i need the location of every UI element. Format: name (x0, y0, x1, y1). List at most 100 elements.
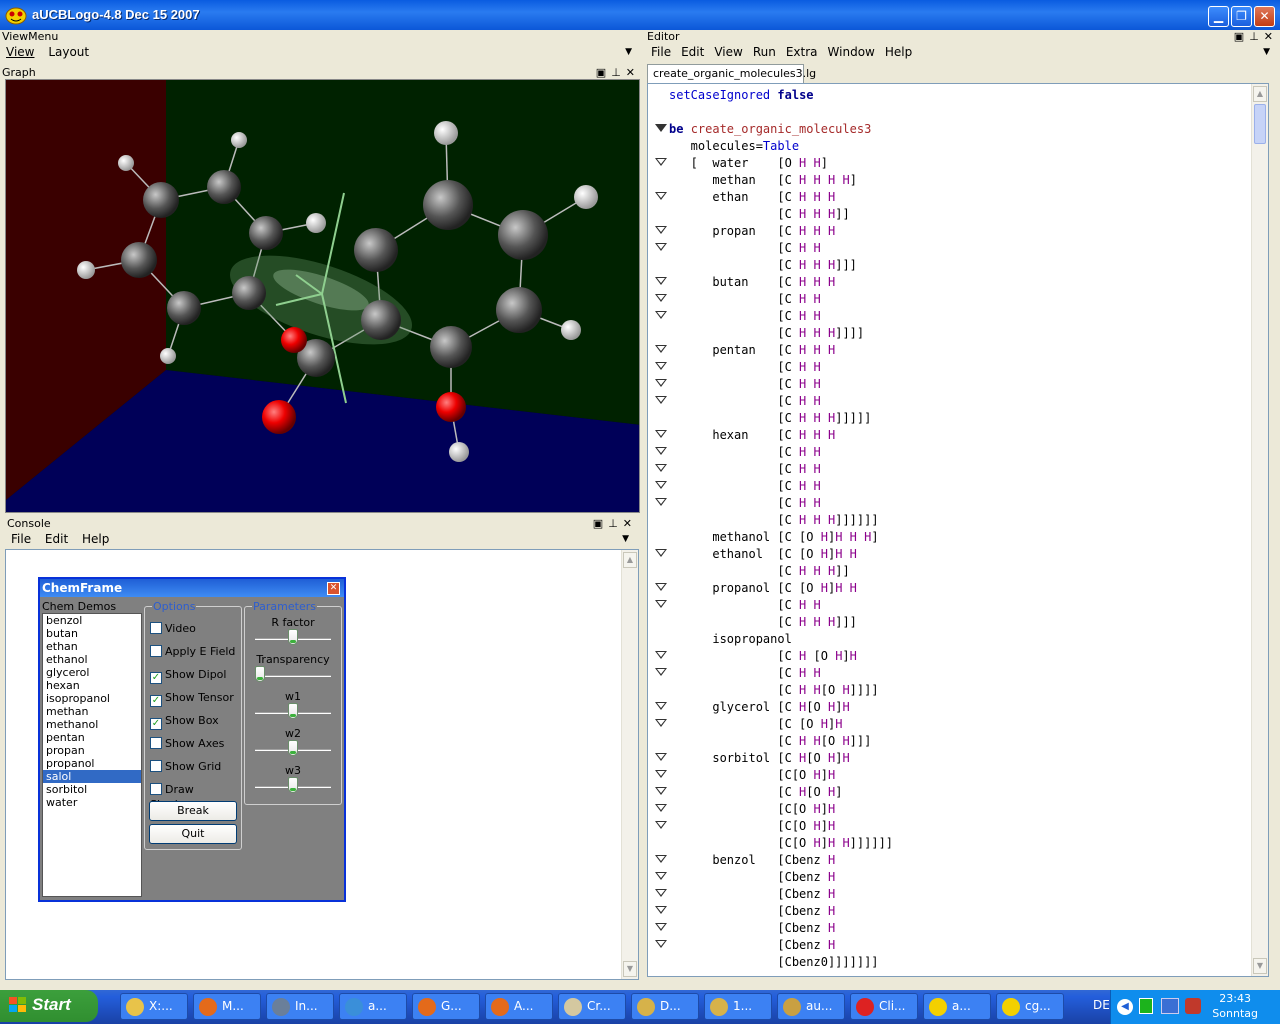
code-line[interactable]: [C[O H]H (648, 818, 893, 835)
code-line[interactable]: [C H H (648, 393, 893, 410)
code-line[interactable]: molecules=Table (648, 138, 893, 155)
checkmark-icon[interactable]: ✓ (150, 672, 162, 684)
maximize-button[interactable]: ❐ (1231, 6, 1252, 27)
parameter-slider[interactable] (255, 629, 331, 645)
code-line[interactable]: [Cbenz H (648, 937, 893, 954)
code-line[interactable]: [Cbenz H (648, 869, 893, 886)
fold-toggle-icon[interactable] (655, 311, 667, 319)
code-line[interactable]: [C H H (648, 308, 893, 325)
taskbar-item[interactable]: Cr... (558, 993, 626, 1020)
checkmark-icon[interactable]: ✓ (150, 718, 162, 730)
code-line[interactable] (648, 104, 893, 121)
code-line[interactable]: [Cbenz H (648, 886, 893, 903)
console-menu-help[interactable]: Help (82, 532, 109, 546)
close-button[interactable]: ✕ (1254, 6, 1275, 27)
close-icon[interactable]: ✕ (327, 582, 340, 595)
fold-toggle-icon[interactable] (655, 872, 667, 880)
chem-demos-list[interactable]: benzol butan ethan ethanol glycerol hexan isop… (42, 613, 142, 897)
code-line[interactable]: [C H H H]]]] (648, 325, 893, 342)
checkbox-icon[interactable] (150, 760, 162, 772)
parameter-slider[interactable] (255, 703, 331, 719)
editor-menu-view[interactable]: View (714, 45, 742, 59)
parameter-slider[interactable] (255, 666, 331, 682)
list-item[interactable]: propan (43, 744, 141, 757)
scroll-down-icon[interactable]: ▼ (623, 961, 637, 977)
option-checkbox[interactable]: ✓ Show Box (150, 713, 219, 730)
tray-expand-icon[interactable]: ◀ (1117, 999, 1133, 1015)
checkbox-icon[interactable] (150, 783, 162, 795)
taskbar-item[interactable]: cg... (996, 993, 1064, 1020)
editor-menu-edit[interactable]: Edit (681, 45, 704, 59)
fold-toggle-icon[interactable] (655, 158, 667, 166)
code-line[interactable]: butan [C H H H (648, 274, 893, 291)
slider-thumb[interactable] (255, 666, 265, 682)
fold-toggle-icon[interactable] (655, 923, 667, 931)
code-line[interactable]: [C H H (648, 665, 893, 682)
taskbar-item[interactable]: G... (412, 993, 480, 1020)
code-line[interactable]: propanol [C [O H]H H (648, 580, 893, 597)
code-line[interactable]: sorbitol [C H[O H]H (648, 750, 893, 767)
console-scrollbar[interactable]: ▲ ▼ (621, 550, 638, 979)
fold-toggle-icon[interactable] (655, 243, 667, 251)
code-line[interactable]: [ water [O H H] (648, 155, 893, 172)
fold-toggle-icon[interactable] (655, 889, 667, 897)
code-line[interactable]: [C H H (648, 376, 893, 393)
code-line[interactable]: [C H H H]]] (648, 257, 893, 274)
editor-menu-help[interactable]: Help (885, 45, 912, 59)
option-checkbox[interactable]: ✓ Show Tensor (150, 690, 234, 707)
code-line[interactable]: [C H H H]] (648, 563, 893, 580)
list-item[interactable]: water (43, 796, 141, 809)
console-menu-edit[interactable]: Edit (45, 532, 68, 546)
list-item[interactable]: butan (43, 627, 141, 640)
list-item[interactable]: hexan (43, 679, 141, 692)
taskbar-item[interactable]: X:... (120, 993, 188, 1020)
list-item[interactable]: propanol (43, 757, 141, 770)
fold-toggle-icon[interactable] (655, 481, 667, 489)
fold-toggle-icon[interactable] (655, 906, 667, 914)
code-line[interactable]: methan [C H H H H] (648, 172, 893, 189)
taskbar-item[interactable]: 1... (704, 993, 772, 1020)
taskbar-item[interactable]: D... (631, 993, 699, 1020)
minimize-button[interactable]: ▁ (1208, 6, 1229, 27)
language-indicator[interactable]: DE (1093, 998, 1110, 1012)
start-button[interactable]: Start (0, 990, 98, 1022)
code-line[interactable]: [C H H[O H]]] (648, 733, 893, 750)
fold-toggle-icon[interactable] (655, 770, 667, 778)
fold-toggle-icon[interactable] (655, 804, 667, 812)
scroll-up-icon[interactable]: ▲ (1253, 86, 1267, 102)
fold-toggle-icon[interactable] (655, 600, 667, 608)
editor-pane-controls[interactable]: ▣⊥✕ (1234, 30, 1278, 43)
code-line[interactable]: methanol [C [O H]H H H] (648, 529, 893, 546)
code-line[interactable]: [C[O H]H (648, 767, 893, 784)
code-line[interactable]: [C[O H]H H]]]]]] (648, 835, 893, 852)
code-line[interactable]: pentan [C H H H (648, 342, 893, 359)
graph-3d-view[interactable] (5, 79, 640, 513)
taskbar-item[interactable]: In... (266, 993, 334, 1020)
network-icon[interactable] (1161, 998, 1179, 1014)
quit-button[interactable]: Quit (149, 824, 237, 844)
editor-menu-extra[interactable]: Extra (786, 45, 818, 59)
code-line[interactable]: [Cbenz0]]]]]]] (648, 954, 893, 971)
fold-toggle-icon[interactable] (655, 583, 667, 591)
console-pane-controls[interactable]: ▣⊥✕ (593, 517, 637, 530)
pane-controls[interactable]: ▣⊥✕ (596, 66, 640, 79)
code-line[interactable]: [Cbenz H (648, 920, 893, 937)
option-checkbox[interactable]: Show Axes (150, 736, 224, 751)
fold-toggle-icon[interactable] (655, 345, 667, 353)
list-item[interactable]: sorbitol (43, 783, 141, 796)
code-line[interactable]: setCaseIgnored false (648, 87, 893, 104)
code-line[interactable]: [C H H (648, 444, 893, 461)
taskbar-item[interactable]: au... (777, 993, 845, 1020)
code-line[interactable]: [C H H H]] (648, 206, 893, 223)
list-item[interactable]: benzol (43, 614, 141, 627)
chevron-down-icon[interactable]: ▼ (622, 530, 629, 548)
code-line[interactable]: [C H H H]]] (648, 614, 893, 631)
list-item[interactable]: methan (43, 705, 141, 718)
code-line[interactable]: glycerol [C H[O H]H (648, 699, 893, 716)
chevron-down-icon[interactable]: ▼ (1263, 43, 1270, 61)
taskbar-item[interactable]: a... (339, 993, 407, 1020)
code-line[interactable]: [C H H (648, 495, 893, 512)
editor-menu-file[interactable]: File (651, 45, 671, 59)
clock[interactable]: 23:43 Sonntag (1212, 991, 1258, 1021)
scroll-thumb[interactable] (1254, 104, 1266, 144)
